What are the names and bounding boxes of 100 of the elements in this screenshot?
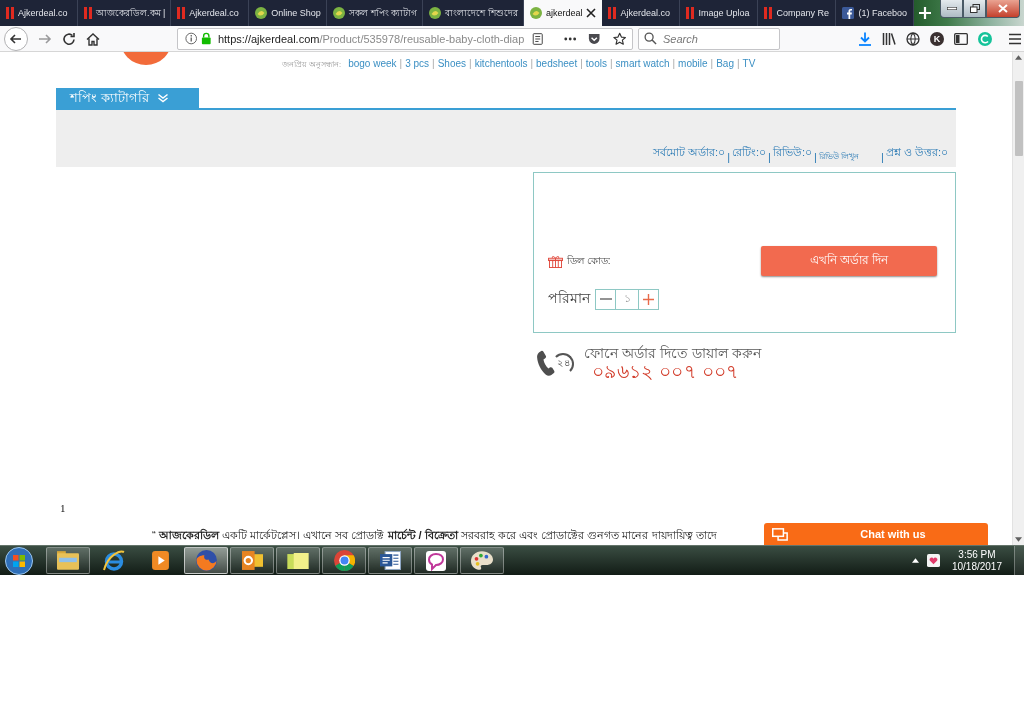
- tray-expand-icon[interactable]: [911, 558, 919, 563]
- search-link[interactable]: Shoes: [437, 58, 467, 69]
- scrollbar-thumb[interactable]: [1014, 81, 1023, 156]
- stats-link[interactable]: রিভিউ:০: [772, 144, 812, 163]
- clock-date[interactable]: 10/18/2017: [951, 560, 1002, 573]
- bars-icon: [6, 7, 14, 19]
- close-button[interactable]: [986, 0, 1020, 18]
- taskbar-button[interactable]: [460, 547, 504, 574]
- plus-icon: [643, 293, 654, 305]
- f-logo-icon: [842, 7, 855, 19]
- link-separator: |: [880, 151, 884, 163]
- globe-icon[interactable]: [906, 31, 920, 46]
- search-link[interactable]: smart watch: [615, 58, 670, 69]
- decrease-button[interactable]: [595, 288, 616, 310]
- stats-link[interactable]: রেটিং:০: [732, 144, 767, 163]
- show-desktop-button[interactable]: [1014, 546, 1024, 575]
- reader-view-icon[interactable]: [532, 31, 544, 46]
- start-button[interactable]: [4, 546, 34, 575]
- close-tab-icon[interactable]: [586, 8, 597, 18]
- taskbar-button[interactable]: [322, 547, 366, 574]
- sidebar-icon[interactable]: [954, 32, 968, 45]
- download-icon[interactable]: [858, 31, 872, 46]
- wheel-logo-icon: [333, 550, 355, 571]
- speech-bubble-icon: [426, 550, 446, 571]
- link-separator: |: [399, 58, 403, 69]
- close-icon: [998, 4, 1008, 13]
- stats-link[interactable]: সর্বমোট অর্ডার:০: [653, 144, 726, 163]
- scrollbar[interactable]: [1012, 52, 1024, 545]
- more-icon[interactable]: [563, 36, 577, 41]
- bookmark-star-icon[interactable]: [612, 31, 626, 46]
- leaf-icon: [429, 7, 442, 19]
- search-link[interactable]: bogo week: [348, 58, 397, 69]
- bars-icon: [608, 7, 617, 19]
- increase-button[interactable]: [638, 288, 659, 310]
- taskbar-button[interactable]: [368, 547, 412, 574]
- search-link[interactable]: kitchentools: [474, 58, 528, 69]
- search-link[interactable]: 3 pcs: [405, 58, 430, 69]
- media-player-icon: [151, 551, 169, 570]
- hotline-caption: ফোনে অর্ডার দিতে ডায়াল করুন: [584, 345, 761, 361]
- notification-icon[interactable]: [926, 554, 940, 567]
- link-separator: |: [530, 58, 534, 69]
- restore-button[interactable]: [963, 0, 986, 18]
- e-logo-icon: [103, 549, 125, 572]
- quantity-label: পরিমান: [548, 289, 590, 308]
- address-field[interactable]: https://ajkerdeal.com/Product/535978/reusable-baby-cloth-diap: [177, 27, 633, 50]
- leaf-icon: [255, 7, 268, 19]
- category-menu-button[interactable]: শপিং ক্যাটাগরি: [56, 88, 199, 108]
- hours-badge: ২৪: [552, 352, 574, 375]
- forward-icon[interactable]: [38, 31, 52, 46]
- chat-widget-button[interactable]: Chat with us: [764, 523, 988, 545]
- gift-icon: [548, 254, 563, 268]
- search-link[interactable]: tools: [585, 58, 607, 69]
- browser-tab[interactable]: ajkerdeal: [523, 0, 603, 26]
- link-separator: |: [580, 58, 583, 69]
- bars-icon: [84, 7, 92, 19]
- search-icon: [644, 31, 657, 45]
- pocket-icon[interactable]: [588, 32, 601, 45]
- scroll-down-icon[interactable]: [1015, 537, 1022, 542]
- page-number: 1: [60, 502, 66, 515]
- bars-icon: [177, 7, 186, 19]
- leaf-icon: [333, 7, 346, 19]
- search-link[interactable]: bedsheet: [536, 58, 578, 69]
- search-link[interactable]: mobile: [678, 58, 708, 69]
- minimize-button[interactable]: [940, 0, 963, 18]
- stats-link[interactable]: প্রশ্ন ও উত্তর:০: [885, 144, 948, 163]
- search-link[interactable]: Bag: [716, 58, 734, 69]
- hotline-number[interactable]: ০৯৬১২ ০০৭ ০০৭: [592, 361, 761, 382]
- taskbar-button[interactable]: [276, 547, 320, 574]
- back-icon[interactable]: [4, 26, 28, 51]
- notes-icon: [287, 552, 309, 569]
- link-separator: |: [432, 58, 435, 69]
- search-field[interactable]: Search: [638, 27, 780, 50]
- folder-icon: [57, 551, 79, 570]
- link-separator: |: [710, 58, 714, 69]
- library-icon[interactable]: [882, 31, 896, 46]
- search-link[interactable]: TV: [742, 58, 756, 69]
- taskbar-button[interactable]: [414, 547, 458, 574]
- leaf-icon: [529, 7, 542, 19]
- clock-time[interactable]: 3:56 PM: [958, 548, 996, 561]
- link-separator: |: [609, 58, 613, 69]
- new-tab-icon[interactable]: [919, 7, 932, 19]
- bars-icon: [686, 7, 695, 19]
- palette-icon: [471, 551, 493, 570]
- home-icon[interactable]: [86, 31, 100, 46]
- document-icon: [379, 551, 401, 570]
- marketplace-notice: “ আজকেরডিল একটি মার্কেটপ্লেস। এখানে সব প্রোডাক্ট মার্চেন্ট / বিক্রেতা সরবরাহ করে এবং প্রোডাক্টের গুনগত মানের দায়দায়িত্ব তাদে: [152, 528, 717, 542]
- taskbar-button[interactable]: [46, 547, 90, 574]
- link-separator: |: [768, 151, 771, 163]
- taskbar-button[interactable]: [230, 547, 274, 574]
- menu-icon[interactable]: [1008, 32, 1022, 45]
- reload-icon[interactable]: [62, 31, 76, 46]
- url-text: https://ajkerdeal.com/Product/535978/reusable-baby-cloth-diap: [217, 32, 525, 45]
- link-separator: |: [736, 58, 740, 69]
- restore-icon: [969, 4, 980, 13]
- chevron-down-icon: [156, 93, 169, 103]
- order-now-button[interactable]: এখনি অর্ডার দিন: [761, 246, 937, 276]
- extension-button[interactable]: K: [930, 31, 944, 46]
- link-separator: |: [672, 58, 676, 69]
- scroll-up-icon[interactable]: [1015, 55, 1022, 60]
- info-icon[interactable]: [185, 32, 198, 45]
